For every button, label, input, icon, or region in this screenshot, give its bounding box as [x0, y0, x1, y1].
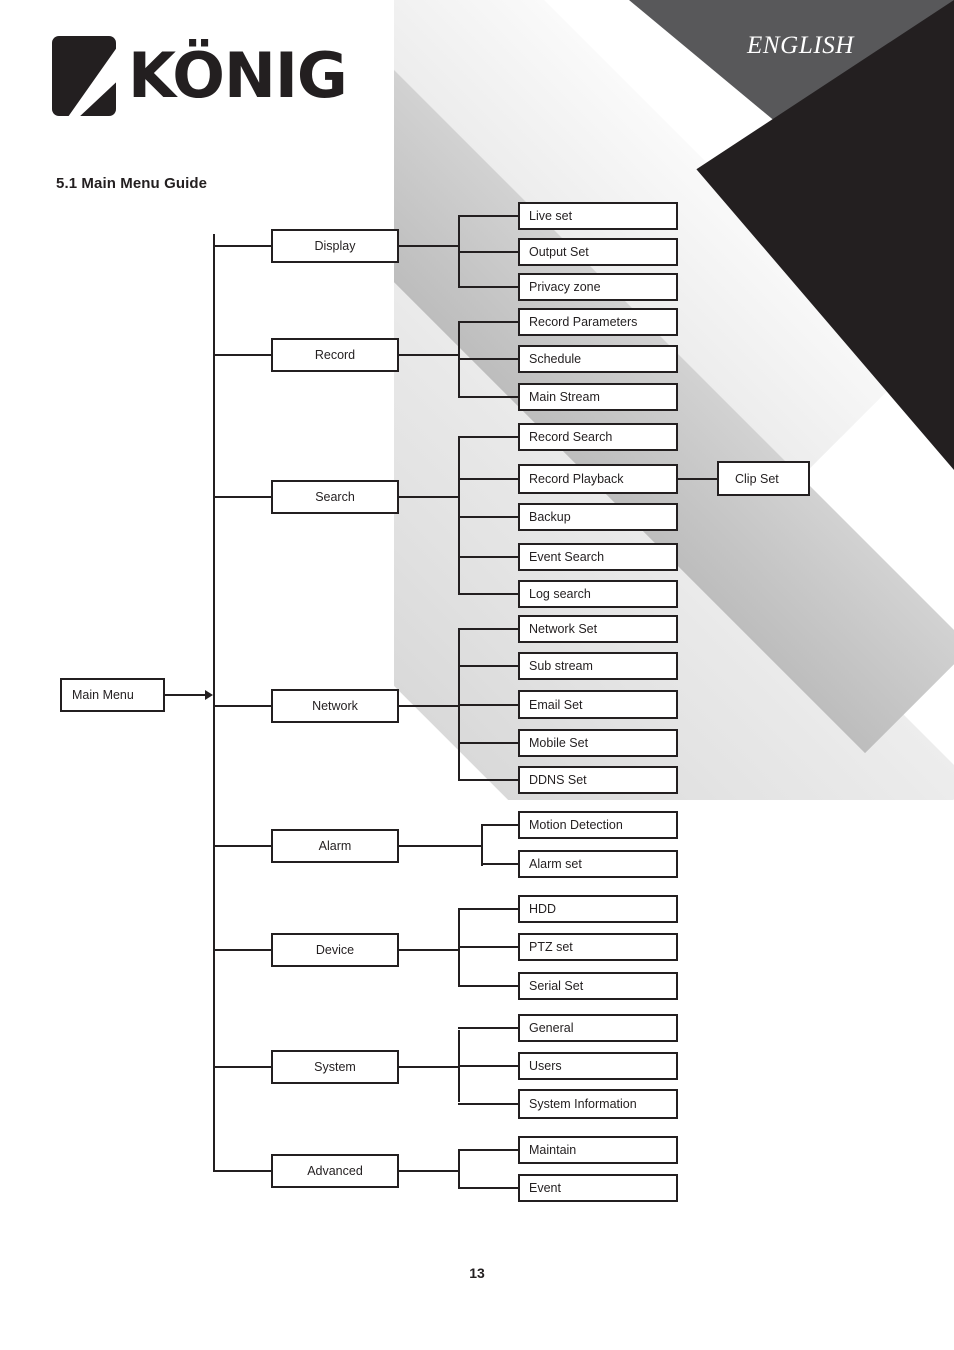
connector-display-to-bus [399, 245, 460, 247]
connector-alarm-to-alarm-set [481, 863, 518, 865]
node-live-set: Live set [518, 202, 678, 230]
trunk-vertical-line [213, 234, 215, 1171]
connector-trunk-to-system [213, 1066, 271, 1068]
connector-network-to-network-set [458, 628, 518, 630]
node-record: Record [271, 338, 399, 372]
node-sub-stream: Sub stream [518, 652, 678, 680]
node-record-playback: Record Playback [518, 464, 678, 494]
node-record-search: Record Search [518, 423, 678, 451]
child-bus-alarm [481, 825, 483, 866]
connector-system-to-bus [399, 1066, 460, 1068]
connector-search-to-bus [399, 496, 460, 498]
node-system-information: System Information [518, 1089, 678, 1119]
connector-device-to-hdd [458, 908, 518, 910]
connector-display-to-privacy-zone [458, 286, 518, 288]
connector-advanced-to-maintain [458, 1149, 518, 1151]
node-hdd: HDD [518, 895, 678, 923]
node-privacy-zone: Privacy zone [518, 273, 678, 301]
arrow-head-root-to-trunk [205, 690, 213, 700]
child-bus-advanced [458, 1150, 460, 1189]
connector-search-to-log-search [458, 593, 518, 595]
connector-network-to-ddns-set [458, 779, 518, 781]
connector-network-to-bus [399, 705, 460, 707]
main-menu-tree-diagram: Main Menu Display Live set Output Set Privac… [0, 0, 954, 1250]
connector-root-to-trunk [165, 694, 205, 696]
node-ddns-set: DDNS Set [518, 766, 678, 794]
node-schedule: Schedule [518, 345, 678, 373]
node-clip-set: Clip Set [717, 461, 810, 496]
node-mobile-set: Mobile Set [518, 729, 678, 757]
connector-system-to-general [458, 1027, 518, 1029]
node-log-search: Log search [518, 580, 678, 608]
connector-record-to-record-parameters [458, 321, 518, 323]
node-motion-detection: Motion Detection [518, 811, 678, 839]
node-device: Device [271, 933, 399, 967]
connector-network-to-mobile-set [458, 742, 518, 744]
connector-advanced-to-bus [399, 1170, 460, 1172]
connector-trunk-to-search [213, 496, 271, 498]
connector-network-to-email-set [458, 703, 518, 706]
node-alarm-set: Alarm set [518, 850, 678, 878]
node-alarm: Alarm [271, 829, 399, 863]
connector-device-to-ptz-set [458, 946, 518, 948]
connector-device-to-bus [399, 949, 460, 951]
connector-trunk-to-advanced [213, 1170, 271, 1172]
node-advanced: Advanced [271, 1154, 399, 1188]
node-serial-set: Serial Set [518, 972, 678, 1000]
connector-record-to-main-stream [458, 396, 518, 398]
connector-trunk-to-network [213, 705, 271, 707]
node-main-stream: Main Stream [518, 383, 678, 411]
connector-trunk-to-display [213, 245, 271, 247]
node-system: System [271, 1050, 399, 1084]
node-network-set: Network Set [518, 615, 678, 643]
connector-system-to-users [458, 1065, 518, 1067]
connector-record-to-schedule [458, 358, 518, 360]
node-general: General [518, 1014, 678, 1042]
connector-record-playback-to-clip-set [678, 478, 717, 480]
node-users: Users [518, 1052, 678, 1080]
node-main-menu: Main Menu [60, 678, 165, 712]
page-number: 13 [469, 1265, 485, 1281]
connector-device-to-serial-set [458, 985, 518, 987]
connector-search-to-record-search [458, 436, 518, 438]
node-maintain: Maintain [518, 1136, 678, 1164]
child-bus-search [458, 437, 460, 593]
connector-search-to-record-playback [458, 478, 518, 480]
connector-search-to-event-search [458, 556, 518, 558]
connector-alarm-to-motion-detection [481, 824, 518, 826]
connector-display-to-live-set [458, 215, 518, 217]
node-backup: Backup [518, 503, 678, 531]
node-network: Network [271, 689, 399, 723]
connector-alarm-to-bus [399, 845, 483, 847]
node-event-search: Event Search [518, 543, 678, 571]
node-email-set: Email Set [518, 690, 678, 719]
connector-advanced-to-event [458, 1187, 518, 1189]
connector-display-to-output-set [458, 251, 518, 253]
connector-system-to-system-information [458, 1103, 518, 1105]
node-search: Search [271, 480, 399, 514]
node-event: Event [518, 1174, 678, 1202]
connector-network-to-sub-stream [458, 665, 518, 667]
connector-trunk-to-alarm [213, 845, 271, 847]
node-output-set: Output Set [518, 238, 678, 266]
connector-record-to-bus [399, 354, 460, 356]
connector-trunk-to-record [213, 354, 271, 356]
node-display: Display [271, 229, 399, 263]
connector-search-to-backup [458, 516, 518, 518]
connector-trunk-to-device [213, 949, 271, 951]
node-record-parameters: Record Parameters [518, 308, 678, 336]
node-ptz-set: PTZ set [518, 933, 678, 961]
